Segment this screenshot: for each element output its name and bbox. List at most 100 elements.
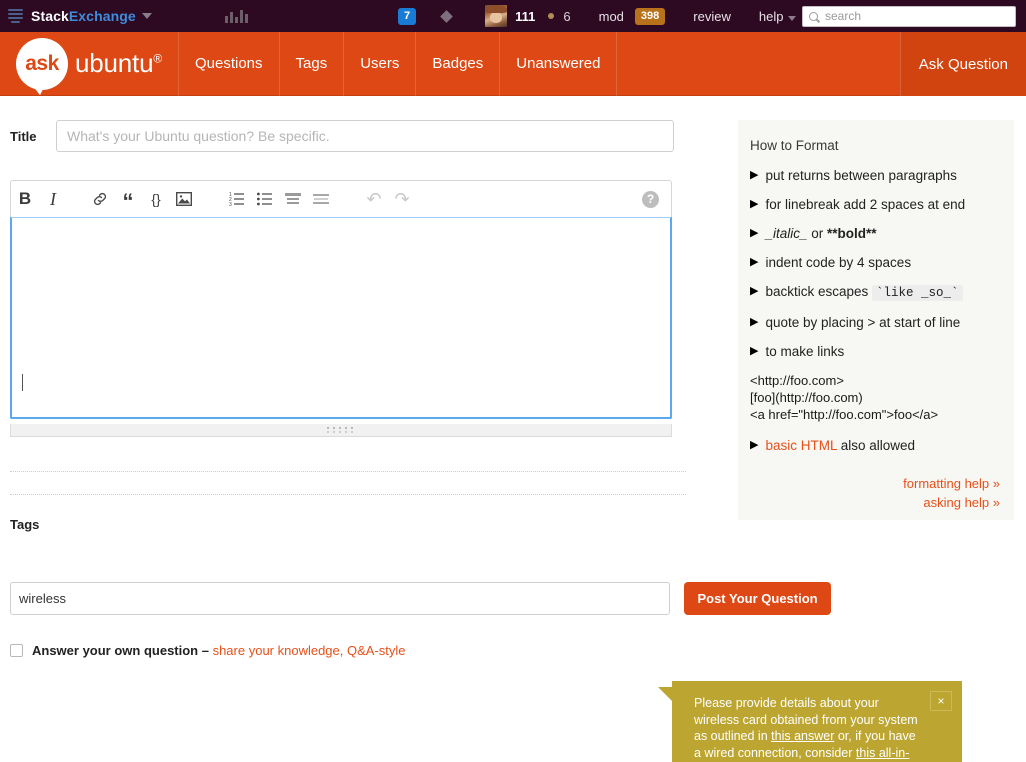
triangle-right-icon: ▶ xyxy=(750,256,759,268)
sidebar-title: How to Format xyxy=(750,138,839,153)
format-tip-label: basic HTML also allowed xyxy=(765,437,915,454)
formatting-help-link[interactable]: formatting help » xyxy=(750,474,1000,493)
logo-ubuntu-text: ubuntu® xyxy=(75,48,162,79)
heading-icon[interactable] xyxy=(280,186,306,212)
post-your-question-button[interactable]: Post Your Question xyxy=(684,582,831,615)
backtick-code-sample: `like _so_` xyxy=(872,285,963,301)
nav-item-users[interactable]: Users xyxy=(343,31,415,96)
triangle-right-icon: ▶ xyxy=(750,439,759,451)
basic-html-link[interactable]: basic HTML xyxy=(765,438,837,453)
grip-dots-icon xyxy=(327,427,355,433)
bold-icon[interactable]: B xyxy=(12,186,38,212)
triangle-right-icon: ▶ xyxy=(750,227,759,239)
italic-icon[interactable]: I xyxy=(40,186,66,212)
site-logo[interactable]: ask ubuntu® xyxy=(0,32,178,96)
nav-item-unanswered[interactable]: Unanswered xyxy=(499,31,618,96)
format-tip-italic-bold: ▶ _italic_ or **bold** xyxy=(750,225,1000,242)
bronze-badge-icon xyxy=(548,13,555,19)
text-cursor xyxy=(22,374,23,391)
answer-own-question-checkbox[interactable] xyxy=(10,644,23,657)
mod-count-badge[interactable]: 398 xyxy=(634,7,666,25)
answer-own-question-row: Answer your own question – share your kn… xyxy=(10,643,1026,658)
format-tip-links: ▶ to make links xyxy=(750,343,1000,360)
achievements-icon[interactable] xyxy=(224,9,248,23)
link-example-markdown: [foo](http://foo.com) xyxy=(750,390,863,405)
backtick-prefix: backtick escapes xyxy=(765,284,873,299)
diamond-icon[interactable] xyxy=(440,9,453,23)
nav-item-badges[interactable]: Badges xyxy=(415,31,499,96)
se-name-exchange: Exchange xyxy=(68,8,136,24)
chevron-down-icon[interactable] xyxy=(141,13,152,19)
title-label: Title xyxy=(10,128,37,144)
format-tip-indent-code: ▶ indent code by 4 spaces xyxy=(750,254,1000,271)
asking-help-link[interactable]: asking help » xyxy=(750,493,1000,512)
how-to-format-sidebar: How to Format ▶ put returns between para… xyxy=(738,120,1014,520)
triangle-right-icon: ▶ xyxy=(750,198,759,210)
redo-icon[interactable]: ↷ xyxy=(389,186,415,212)
code-icon[interactable]: {} xyxy=(143,186,169,212)
chevron-down-icon xyxy=(788,15,797,21)
svg-text:3: 3 xyxy=(229,202,232,206)
tooltip-paragraph-1: Please provide details about your wirele… xyxy=(694,695,920,762)
divider-2 xyxy=(10,494,686,495)
ask-question-form: Title B I “ {} 123 xyxy=(0,120,1026,762)
bulleted-list-icon[interactable] xyxy=(252,186,278,212)
stackexchange-wordmark: StackExchange xyxy=(31,8,136,24)
nav-item-questions[interactable]: Questions xyxy=(177,31,279,96)
search-box[interactable]: search xyxy=(802,5,1016,27)
format-tip-label: put returns between paragraphs xyxy=(765,168,957,183)
italic-literal: _italic_ xyxy=(765,226,808,241)
undo-icon[interactable]: ↶ xyxy=(361,186,387,212)
horizontal-rule-icon[interactable] xyxy=(308,186,334,212)
or-word: or xyxy=(807,226,828,241)
format-tip-basic-html: ▶ basic HTML also allowed xyxy=(750,437,1000,454)
link-example-html: <a href="http://foo.com">foo</a> xyxy=(750,407,939,422)
format-tip-label: _italic_ or **bold** xyxy=(765,225,876,242)
help-menu[interactable]: help xyxy=(759,9,797,24)
this-answer-link[interactable]: this answer xyxy=(771,729,834,743)
editor-resize-grip[interactable] xyxy=(10,424,672,437)
inbox-icon[interactable] xyxy=(177,9,199,23)
basic-html-rest: also allowed xyxy=(836,438,916,453)
stackexchange-menu[interactable]: StackExchange xyxy=(8,8,152,24)
format-tip-label: indent code by 4 spaces xyxy=(765,255,912,270)
format-tip-quote: ▶ quote by placing > at start of line xyxy=(750,314,1000,331)
bold-literal: **bold** xyxy=(827,226,877,241)
avatar[interactable] xyxy=(485,5,508,27)
badge-count[interactable]: 6 xyxy=(563,9,570,24)
close-icon[interactable]: × xyxy=(930,691,952,711)
triangle-right-icon: ▶ xyxy=(750,316,759,328)
tag-suggestion-tooltip: × Please provide details about your wire… xyxy=(658,681,962,762)
main-nav: Questions Tags Users Badges Unanswered xyxy=(177,31,618,96)
site-header: ask ubuntu® Questions Tags Users Badges … xyxy=(0,31,1026,96)
format-tip-linebreak: ▶ for linebreak add 2 spaces at end xyxy=(750,196,1000,213)
editor-help-icon[interactable]: ? xyxy=(642,190,659,208)
blockquote-icon[interactable]: “ xyxy=(115,186,141,213)
share-knowledge-link[interactable]: share your knowledge, Q&A-style xyxy=(213,643,406,658)
sidebar-help-links: formatting help » asking help » xyxy=(750,474,1000,512)
image-icon[interactable] xyxy=(171,186,197,212)
title-input[interactable] xyxy=(56,120,674,152)
divider-1 xyxy=(10,471,686,472)
triangle-right-icon: ▶ xyxy=(750,285,759,297)
link-example-autolink: <http://foo.com> xyxy=(750,373,844,388)
link-syntax-examples: <http://foo.com> [foo](http://foo.com) <… xyxy=(750,372,1000,423)
triangle-right-icon: ▶ xyxy=(750,345,759,357)
review-link[interactable]: review xyxy=(693,9,731,24)
logo-ubuntu-label: ubuntu xyxy=(75,48,154,78)
answer-own-question-label: Answer your own question – share your kn… xyxy=(32,643,406,658)
question-body-input[interactable] xyxy=(10,217,672,419)
numbered-list-icon[interactable]: 123 xyxy=(224,186,250,212)
hamburger-icon[interactable] xyxy=(8,9,23,23)
format-tip-label: quote by placing > at start of line xyxy=(765,315,961,330)
mod-link[interactable]: mod xyxy=(599,9,624,24)
answer-own-question-text: Answer your own question – xyxy=(32,643,213,658)
ask-question-button[interactable]: Ask Question xyxy=(899,32,1026,96)
logo-ask-text: ask xyxy=(25,51,59,75)
reputation-count[interactable]: 111 xyxy=(515,9,535,24)
nav-item-tags[interactable]: Tags xyxy=(278,31,344,96)
link-icon[interactable] xyxy=(87,186,113,212)
tags-input[interactable] xyxy=(10,582,670,615)
inbox-count-badge[interactable]: 7 xyxy=(398,7,417,25)
format-tip-label: backtick escapes `like _so_` xyxy=(765,283,963,302)
